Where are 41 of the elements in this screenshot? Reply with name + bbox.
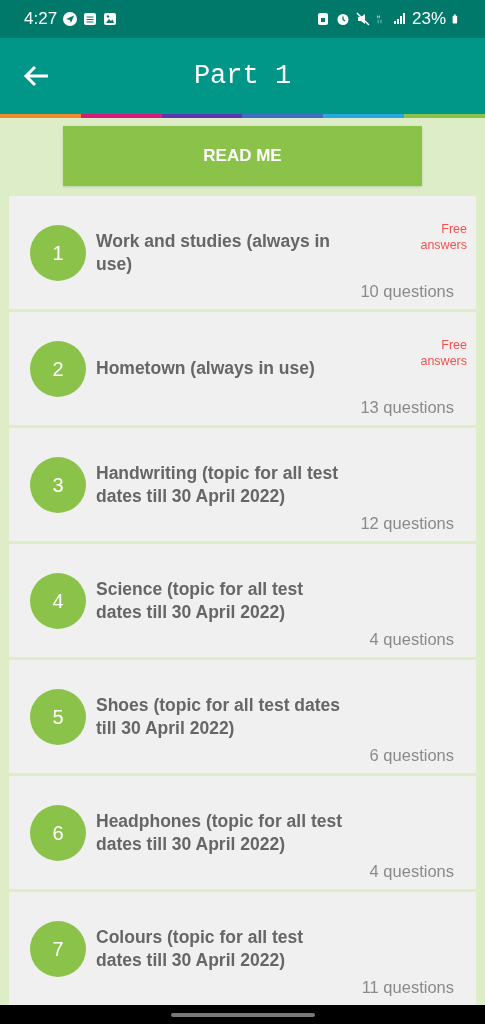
topic-card[interactable]: 6 Headphones (topic for all test dates till 30 April 2022) 4 questions bbox=[9, 776, 476, 889]
screen-title: Part 1 bbox=[193, 59, 292, 93]
topic-card[interactable]: 7 Colours (topic for all test dates till 30 April 2022) 11 questions bbox=[9, 892, 476, 1005]
mute-icon bbox=[355, 12, 370, 26]
image-icon bbox=[103, 12, 118, 26]
document-icon bbox=[83, 12, 98, 26]
topic-card[interactable]: 5 Shoes (topic for all test dates till 30 April 2022) 6 questions bbox=[9, 660, 476, 773]
topic-number: 3 bbox=[30, 456, 86, 513]
topic-card[interactable]: 3 Handwriting (topic for all test dates till 30 April 2022) 12 questions bbox=[9, 428, 476, 541]
topic-number: 5 bbox=[30, 688, 86, 745]
question-count: 6 questions bbox=[369, 745, 454, 767]
question-count: 12 questions bbox=[360, 513, 454, 535]
topic-title: Handwriting (topic for all test dates till 30 April 2022) bbox=[96, 461, 340, 508]
status-time: 4:27 bbox=[24, 8, 58, 31]
free-answers-label: Free answers bbox=[419, 337, 467, 369]
topic-number: 7 bbox=[30, 920, 86, 977]
topic-card[interactable]: 4 Science (topic for all test dates till 30 April 2022) 4 questions bbox=[9, 544, 476, 657]
question-count: 4 questions bbox=[369, 629, 454, 651]
topic-number: 6 bbox=[30, 804, 86, 861]
question-count: 4 questions bbox=[369, 861, 454, 883]
topic-title: Work and studies (always in use) bbox=[96, 229, 332, 276]
signal-icon bbox=[391, 12, 406, 26]
topic-number: 4 bbox=[30, 572, 86, 629]
battery-percentage: 23% bbox=[411, 8, 446, 31]
free-answers-label: Free answers bbox=[419, 221, 467, 253]
topic-title: Headphones (topic for all test dates till 30 April 2022) bbox=[96, 809, 343, 856]
question-count: 11 questions bbox=[361, 977, 454, 999]
topic-title: Shoes (topic for all test dates till 30 April 2022) bbox=[96, 693, 342, 740]
question-count: 13 questions bbox=[360, 397, 454, 419]
topic-number: 2 bbox=[30, 340, 86, 397]
question-count: 10 questions bbox=[360, 281, 454, 303]
topic-number: 1 bbox=[30, 224, 86, 281]
home-indicator[interactable] bbox=[170, 1012, 315, 1017]
topic-title: Hometown (always in use) bbox=[96, 357, 316, 380]
topic-card[interactable]: 1 Work and studies (always in use) Free answers 10 questions bbox=[9, 196, 476, 309]
send-icon bbox=[63, 12, 78, 26]
alarm-icon bbox=[335, 12, 350, 26]
topic-card[interactable]: 2 Hometown (always in use) Free answers 13 questions bbox=[9, 312, 476, 425]
topic-title: Science (topic for all test dates till 30 April 2022) bbox=[96, 577, 305, 624]
topic-title: Colours (topic for all test dates till 30 April 2022) bbox=[96, 925, 305, 972]
back-arrow-icon bbox=[22, 64, 50, 88]
